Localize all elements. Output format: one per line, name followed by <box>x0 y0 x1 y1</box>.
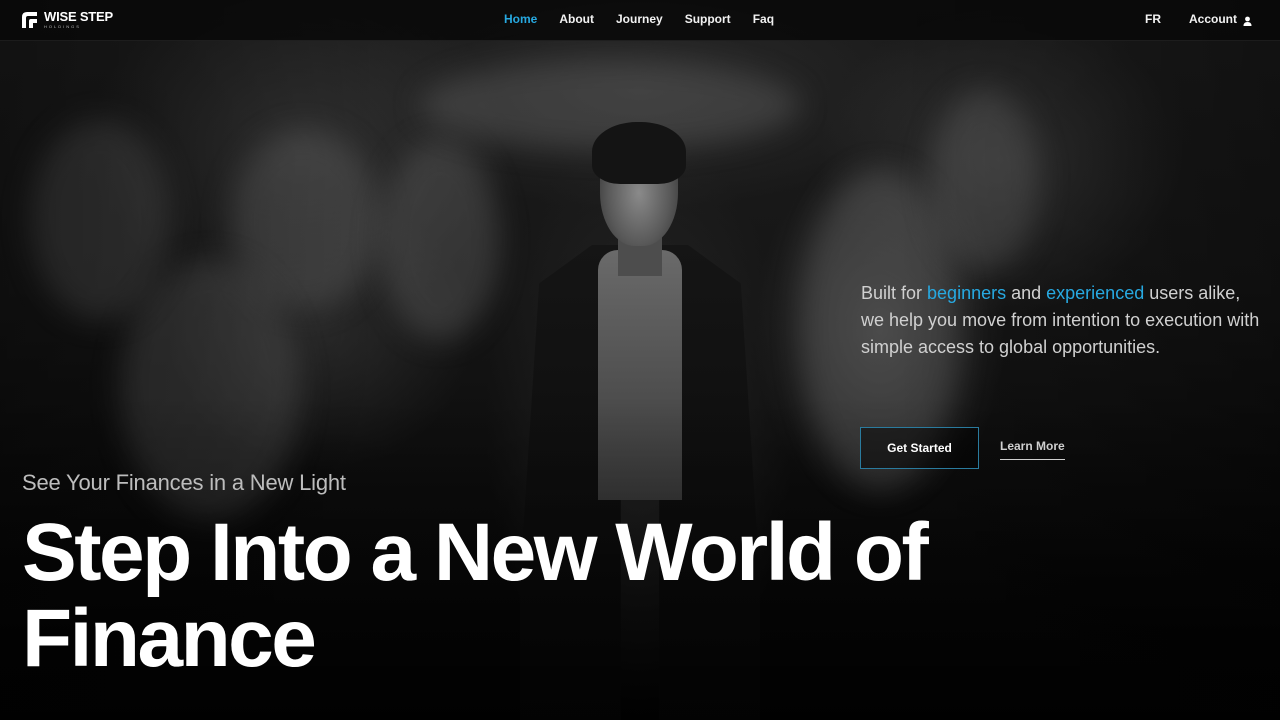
main-nav: Home About Journey Support Faq <box>504 12 796 26</box>
nav-home[interactable]: Home <box>504 12 537 26</box>
brand-subtitle: HOLDINGS <box>44 24 81 29</box>
nav-about[interactable]: About <box>559 12 594 26</box>
account-link[interactable]: Account <box>1189 12 1252 26</box>
get-started-button[interactable]: Get Started <box>860 427 979 469</box>
brand-logo[interactable]: WISE STEP HOLDINGS <box>21 10 113 29</box>
nav-journey[interactable]: Journey <box>616 12 663 26</box>
intro-accent-beginners: beginners <box>927 283 1007 303</box>
hero-headline: Step Into a New World of Finance <box>22 507 929 684</box>
hero-eyebrow: See Your Finances in a New Light <box>22 470 346 495</box>
user-icon <box>1243 15 1252 26</box>
intro-accent-experienced: experienced <box>1046 283 1145 303</box>
nav-support[interactable]: Support <box>685 12 731 26</box>
learn-more-link[interactable]: Learn More <box>1000 439 1065 460</box>
account-label: Account <box>1189 12 1237 26</box>
logo-mark-icon <box>21 10 38 29</box>
intro-text-2: and <box>1006 283 1047 303</box>
intro-paragraph: Built for beginners and experienced user… <box>861 280 1261 361</box>
language-switch[interactable]: FR <box>1145 12 1161 26</box>
intro-text-1: Built for <box>861 283 928 303</box>
nav-faq[interactable]: Faq <box>753 12 774 26</box>
brand-name: WISE STEP <box>44 9 113 24</box>
top-navigation-bar: WISE STEP HOLDINGS Home About Journey Su… <box>0 0 1280 41</box>
